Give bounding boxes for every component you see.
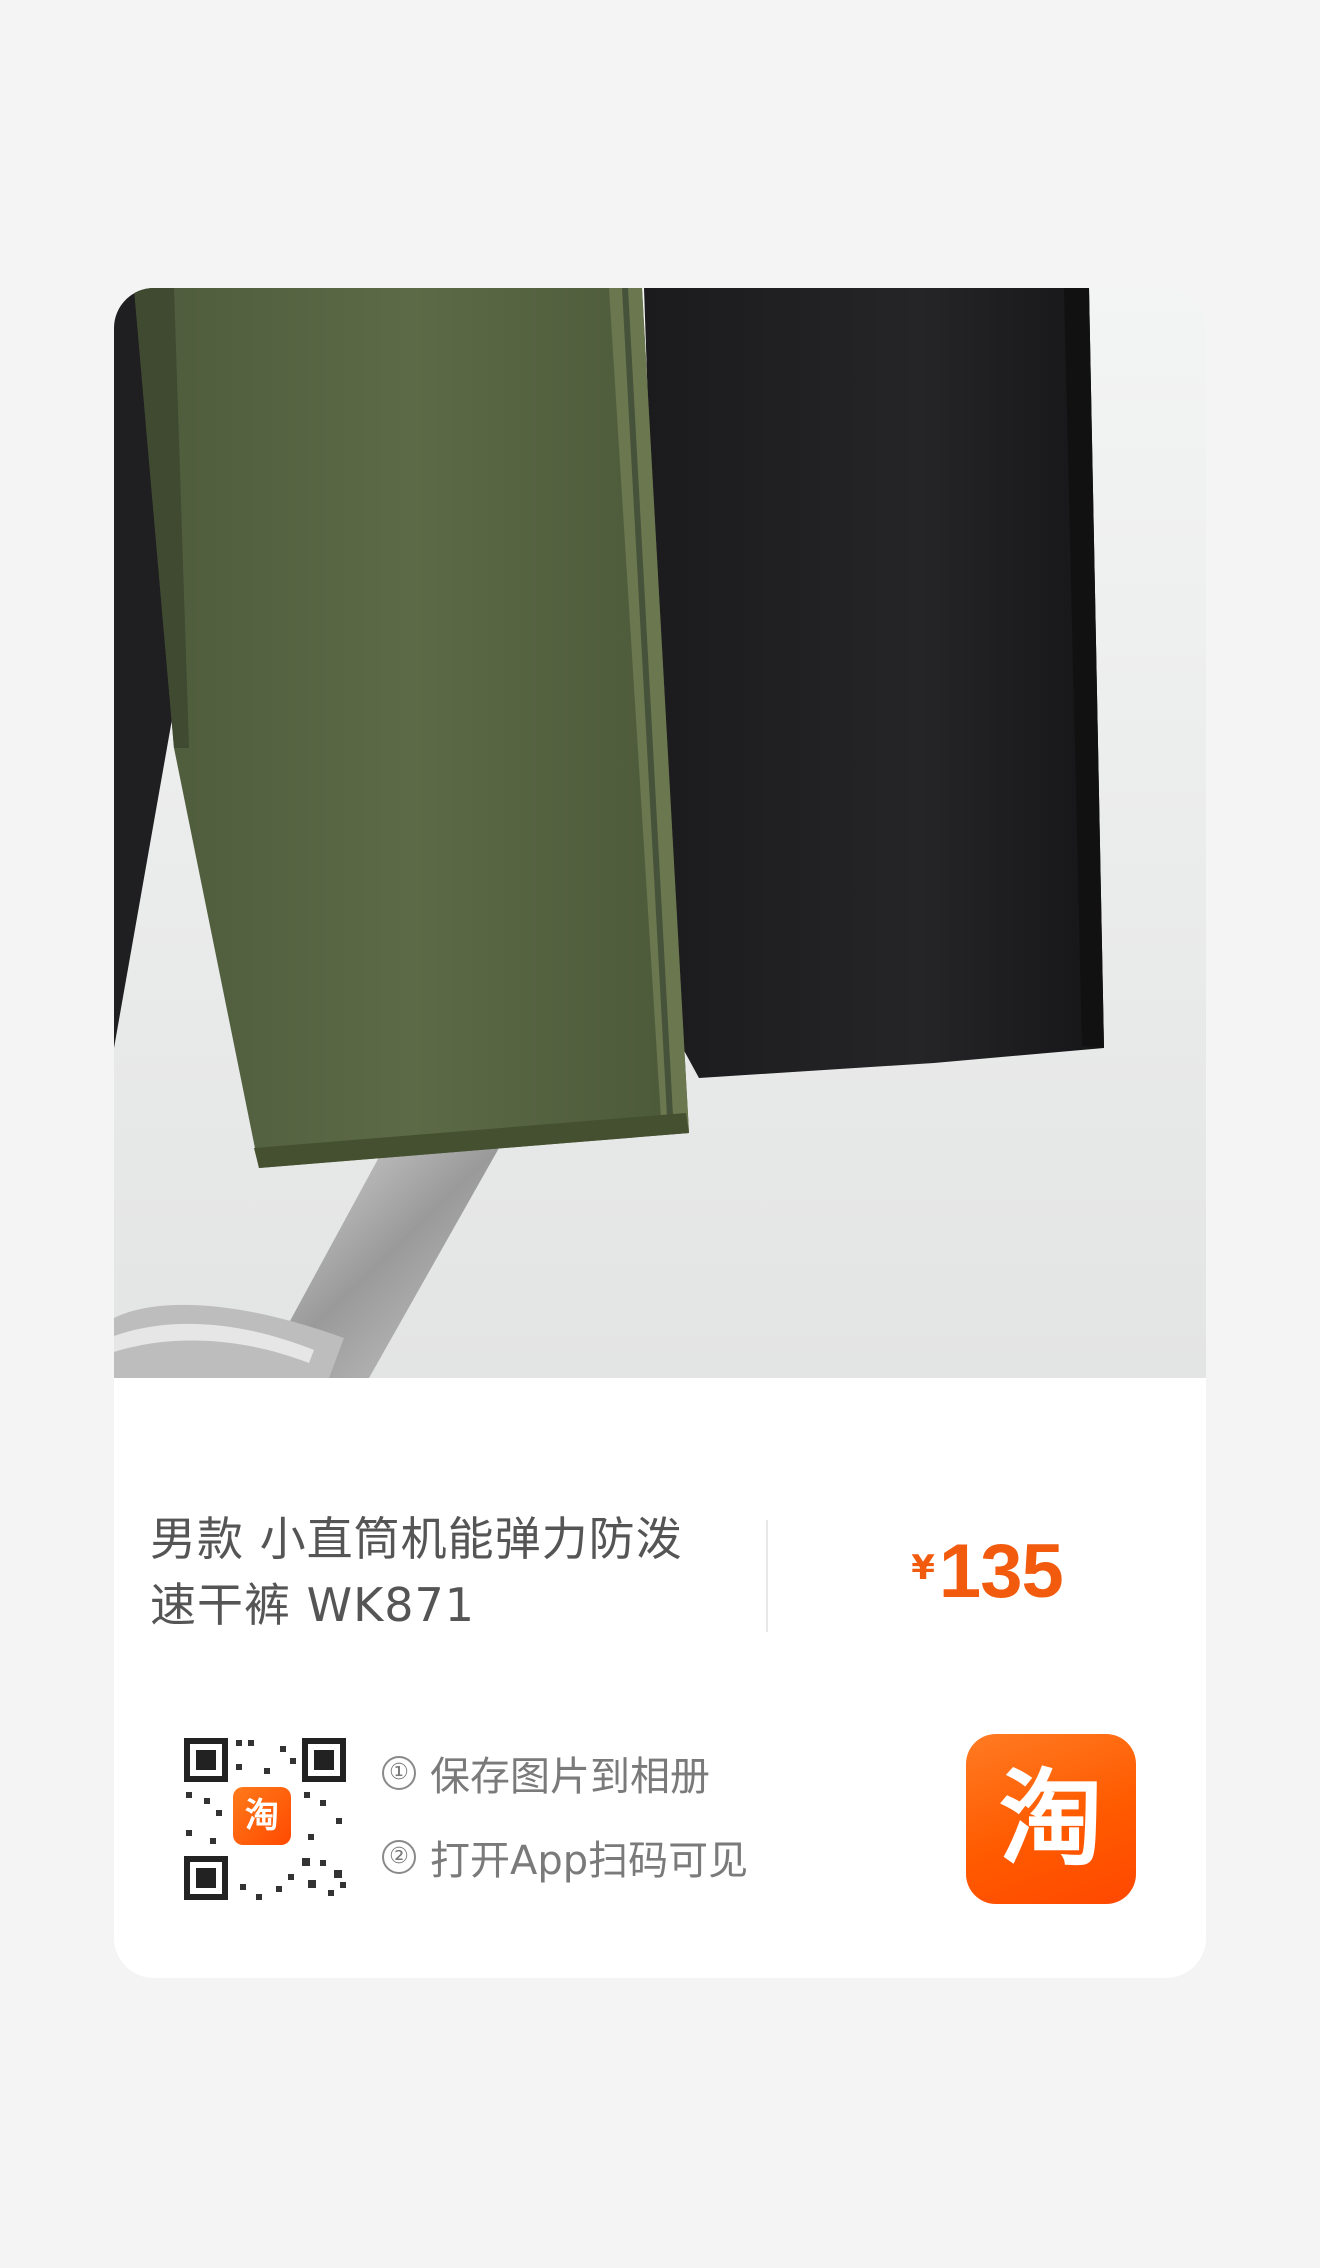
- product-title-line-1: 男款 小直筒机能弹力防泼: [150, 1512, 683, 1566]
- step-2-text: 打开App扫码可见: [430, 1838, 749, 1884]
- step-1-text: 保存图片到相册: [430, 1754, 710, 1800]
- qr-code-icon: 淘: [180, 1734, 350, 1904]
- step-1-number: ①: [382, 1756, 416, 1790]
- product-price: ¥135: [768, 1528, 1206, 1615]
- step-2-number: ②: [382, 1840, 416, 1874]
- product-image: [114, 288, 1206, 1378]
- qr-center-logo: 淘: [233, 1787, 291, 1845]
- instruction-step-1: ① 保存图片到相册: [382, 1744, 710, 1802]
- product-title: 男款 小直筒机能弹力防泼 速干裤 WK871: [150, 1506, 720, 1638]
- instruction-step-2: ② 打开App扫码可见: [382, 1828, 748, 1886]
- product-share-card: 男款 小直筒机能弹力防泼 速干裤 WK871 ¥135 淘 ① 保存图片到相册 …: [114, 288, 1206, 1978]
- taobao-app-icon: 淘: [966, 1734, 1136, 1904]
- price-amount: 135: [938, 1529, 1064, 1614]
- price-currency: ¥: [911, 1548, 935, 1588]
- product-title-line-2: 速干裤 WK871: [150, 1578, 476, 1632]
